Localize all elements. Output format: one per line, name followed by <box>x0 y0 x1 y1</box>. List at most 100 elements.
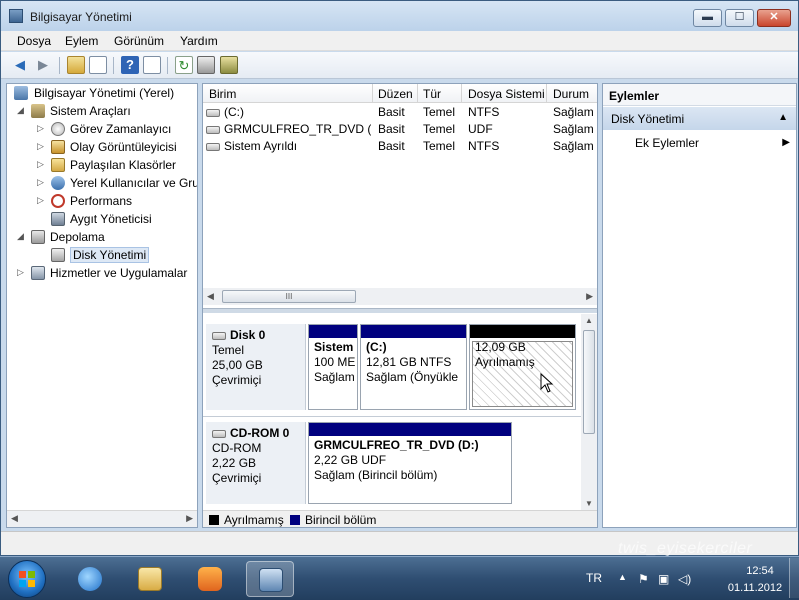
taskbar-computer-management[interactable] <box>246 561 294 597</box>
scroll-right-icon[interactable]: ▶ <box>586 291 593 302</box>
disk-status: Çevrimiçi <box>212 471 262 485</box>
forward-icon[interactable]: ▶ <box>34 56 52 74</box>
expand-arrow-icon[interactable]: ▷ <box>37 195 47 206</box>
column-header-duzen[interactable]: Düzen <box>378 87 413 101</box>
refresh-icon[interactable]: ↻ <box>175 56 193 74</box>
up-folder-icon[interactable] <box>67 56 85 74</box>
show-desktop-button[interactable] <box>789 558 799 598</box>
column-header-birim[interactable]: Birim <box>209 87 236 101</box>
tree-item-computer-management[interactable]: Bilgisayar Yönetimi (Yerel) <box>11 85 197 103</box>
tree-item-disk-management[interactable]: Disk Yönetimi <box>37 247 195 265</box>
toolbar-separator <box>167 57 168 74</box>
volume-row[interactable]: (C:) Basit Temel NTFS Sağlam ( <box>203 104 597 121</box>
storage-icon <box>31 230 45 244</box>
users-icon <box>51 176 65 190</box>
expand-arrow-icon[interactable]: ▷ <box>17 267 27 278</box>
menu-gorunum[interactable]: Görünüm <box>114 34 164 48</box>
show-hide-tree-icon[interactable] <box>89 56 107 74</box>
tree-item-performance[interactable]: ▷ Performans <box>37 193 195 211</box>
column-header-durum[interactable]: Durum <box>553 87 589 101</box>
expand-arrow-icon[interactable]: ▷ <box>37 141 47 152</box>
tree-item-event-viewer[interactable]: ▷ Olay Görüntüleyicisi <box>37 139 195 157</box>
partition-c[interactable]: (C:) 12,81 GB NTFS Sağlam (Önyükle <box>360 324 467 410</box>
help-icon[interactable]: ? <box>121 56 139 74</box>
disk-0-info[interactable]: Disk 0 Temel 25,00 GB Çevrimiçi <box>206 324 306 410</box>
title-bar[interactable]: Bilgisayar Yönetimi ▬ ☐ ✕ <box>1 1 798 31</box>
volume-row[interactable]: Sistem Ayrıldı Basit Temel NTFS Sağlam ( <box>203 138 597 155</box>
tree-item-services[interactable]: ▷ Hizmetler ve Uygulamalar <box>17 265 195 283</box>
tree-item-storage[interactable]: ◢ Depolama <box>17 229 195 247</box>
drive-icon <box>206 142 220 151</box>
collapse-section-icon[interactable]: ▲ <box>778 112 788 123</box>
scroll-right-icon[interactable]: ▶ <box>186 513 193 524</box>
tree-item-local-users[interactable]: ▷ Yerel Kullanıcılar ve Gru <box>37 175 197 193</box>
collapse-arrow-icon[interactable]: ◢ <box>17 105 27 116</box>
properties-icon[interactable] <box>197 56 215 74</box>
partition-d-dvd[interactable]: GRMCULFREO_TR_DVD (D:) 2,22 GB UDF Sağlam … <box>308 422 512 504</box>
actions-section-disk-management[interactable]: Disk Yönetimi ▲ <box>603 107 796 130</box>
volume-icon[interactable]: ◁) <box>678 572 691 586</box>
partition-system-reserved[interactable]: Sistem 100 ME Sağlam <box>308 324 358 410</box>
volume-status: Sağlam ( <box>553 122 597 136</box>
minimize-button[interactable]: ▬ <box>693 9 722 27</box>
language-indicator[interactable]: TR <box>586 571 602 585</box>
clock-time[interactable]: 12:54 <box>730 565 790 577</box>
unallocated-bar <box>470 325 575 338</box>
column-header-dosya-sistemi[interactable]: Dosya Sistemi <box>468 87 545 101</box>
clock-date[interactable]: 01.11.2012 <box>720 582 790 594</box>
folder-icon <box>138 567 162 591</box>
pane-splitter[interactable] <box>203 308 597 313</box>
show-hide-action-pane-icon[interactable] <box>143 56 161 74</box>
disk-settings-icon[interactable] <box>220 56 238 74</box>
menu-eylem[interactable]: Eylem <box>65 34 98 48</box>
disk-separator <box>203 416 581 417</box>
taskbar-internet-explorer[interactable] <box>66 561 114 597</box>
close-button[interactable]: ✕ <box>757 9 791 27</box>
menu-bar: Dosya Eylem Görünüm Yardım <box>1 31 798 51</box>
column-separator[interactable] <box>372 84 373 103</box>
tree-item-system-tools[interactable]: ◢ Sistem Araçları <box>17 103 195 121</box>
scroll-down-icon[interactable]: ▼ <box>585 499 593 508</box>
tree-item-label: Bilgisayar Yönetimi (Yerel) <box>34 86 175 100</box>
more-actions-item[interactable]: Ek Eylemler ▶ <box>635 136 790 150</box>
tree-horizontal-scrollbar[interactable]: ◀ ▶ <box>7 510 197 527</box>
expand-arrow-icon[interactable]: ▷ <box>37 123 47 134</box>
partition-unallocated[interactable]: 12,09 GB Ayrılmamış <box>469 324 576 410</box>
disk-map-vertical-scrollbar[interactable]: ▲ ▼ <box>581 314 597 510</box>
tree-item-label: Depolama <box>50 230 105 244</box>
volume-row[interactable]: GRMCULFREO_TR_DVD (D:) Basit Temel UDF S… <box>203 121 597 138</box>
scroll-thumb[interactable]: III <box>222 290 356 303</box>
internet-explorer-icon <box>78 567 102 591</box>
taskbar-media-player[interactable] <box>186 561 234 597</box>
maximize-button[interactable]: ☐ <box>725 9 754 27</box>
legend-unallocated-swatch <box>209 515 219 525</box>
start-button[interactable] <box>8 560 46 598</box>
column-separator[interactable] <box>461 84 462 103</box>
back-icon[interactable]: ◀ <box>11 56 29 74</box>
taskbar-explorer[interactable] <box>126 561 174 597</box>
expand-arrow-icon[interactable]: ▷ <box>37 159 47 170</box>
scroll-thumb[interactable] <box>583 330 595 434</box>
tree-item-device-manager[interactable]: Aygıt Yöneticisi <box>37 211 195 229</box>
network-icon[interactable]: ▣ <box>658 572 669 586</box>
disk-management-view: Birim Düzen Tür Dosya Sistemi Durum (C:)… <box>202 83 598 528</box>
column-separator[interactable] <box>546 84 547 103</box>
menu-dosya[interactable]: Dosya <box>17 34 51 48</box>
show-hidden-icons-icon[interactable]: ▲ <box>618 572 627 582</box>
tree-item-shared-folders[interactable]: ▷ Paylaşılan Klasörler <box>37 157 195 175</box>
cdrom-0-info[interactable]: CD-ROM 0 CD-ROM 2,22 GB Çevrimiçi <box>206 422 306 504</box>
disk-map: Disk 0 Temel 25,00 GB Çevrimiçi Sistem 10… <box>203 314 597 510</box>
scroll-up-icon[interactable]: ▲ <box>585 316 593 325</box>
scroll-left-icon[interactable]: ◀ <box>207 291 214 302</box>
scroll-left-icon[interactable]: ◀ <box>11 513 18 524</box>
column-header-tur[interactable]: Tür <box>423 87 441 101</box>
volume-filesystem: NTFS <box>468 139 500 153</box>
action-center-flag-icon[interactable]: ⚑ <box>638 572 649 586</box>
expand-arrow-icon[interactable]: ▷ <box>37 177 47 188</box>
volume-list-horizontal-scrollbar[interactable]: ◀ III ▶ <box>203 288 597 305</box>
collapse-arrow-icon[interactable]: ◢ <box>17 231 27 242</box>
menu-yardim[interactable]: Yardım <box>180 34 218 48</box>
tree-item-task-scheduler[interactable]: ▷ Görev Zamanlayıcı <box>37 121 195 139</box>
column-separator[interactable] <box>417 84 418 103</box>
partition-status: Sağlam (Önyükle <box>366 370 459 384</box>
